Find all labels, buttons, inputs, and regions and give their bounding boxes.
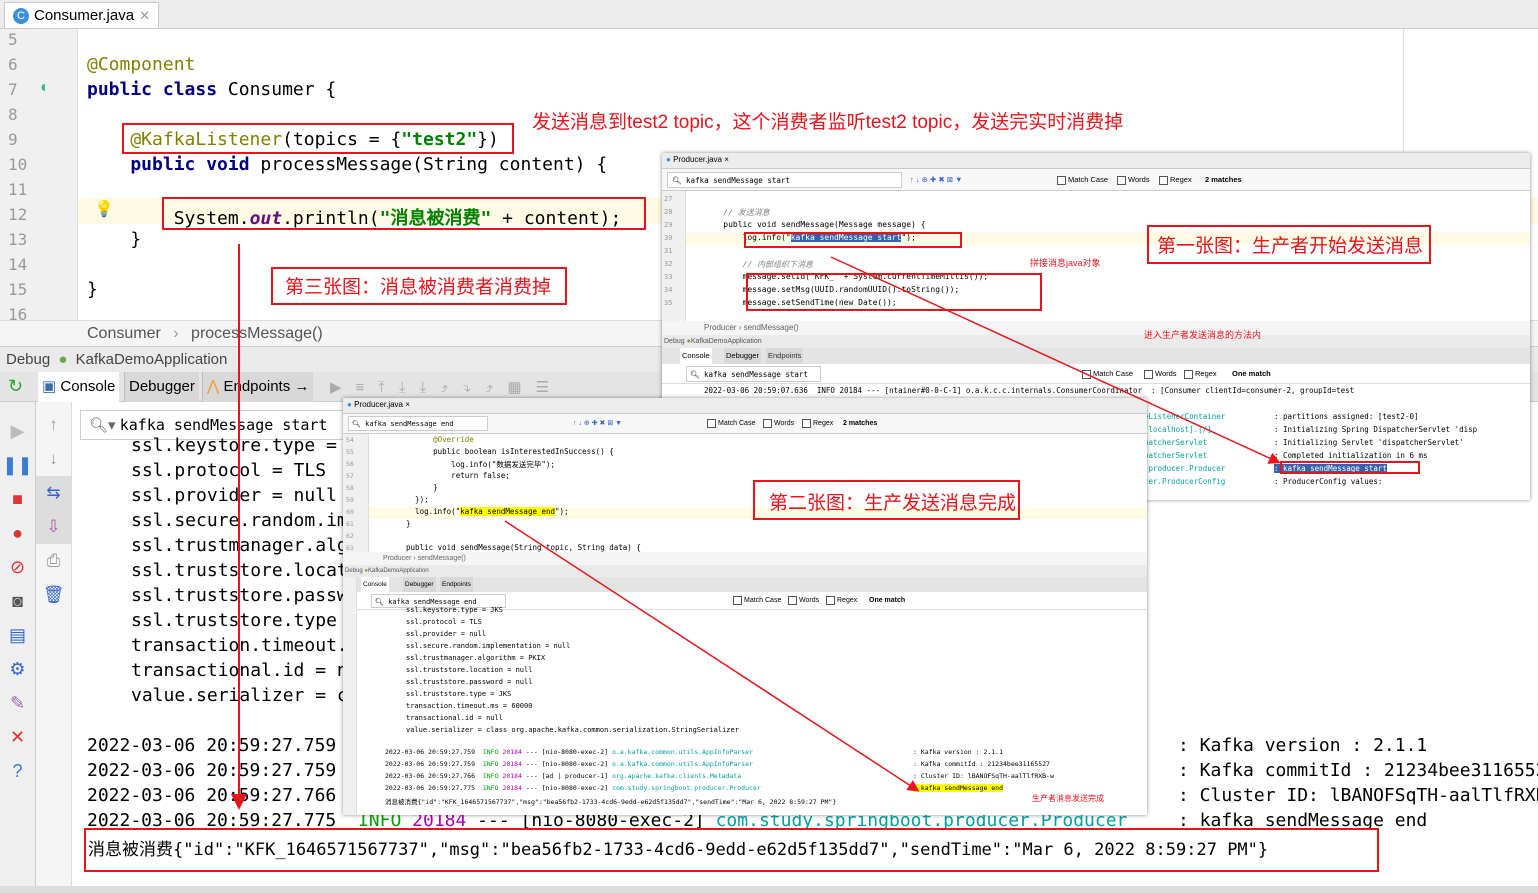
arrow-first bbox=[830, 256, 1281, 464]
arrow-second bbox=[504, 520, 920, 792]
annotation-arrows bbox=[231, 244, 1281, 810]
